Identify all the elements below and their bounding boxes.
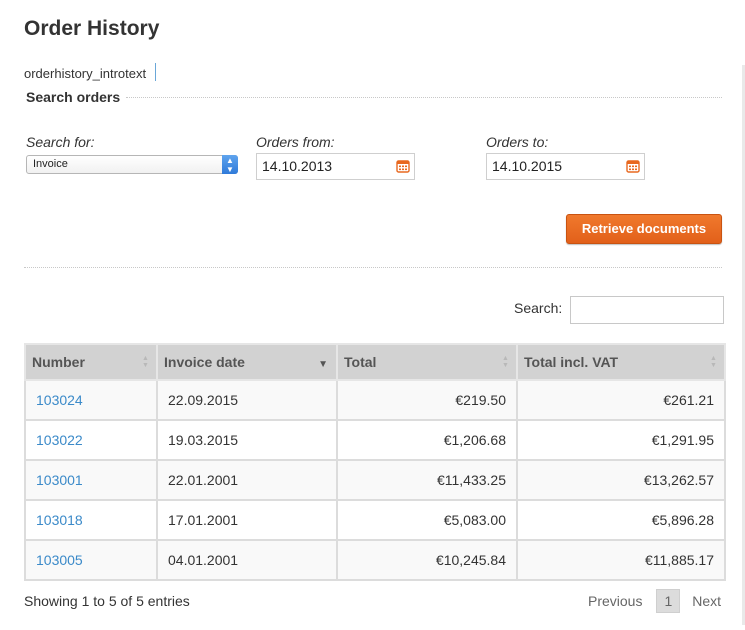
document-type-value: Invoice xyxy=(33,158,68,170)
total-cell: €11,433.25 xyxy=(336,459,518,501)
column-header-label: Invoice date xyxy=(164,354,245,370)
order-number-cell: 103001 xyxy=(24,459,158,501)
fieldset-divider xyxy=(126,97,722,98)
orders-from-date-field[interactable]: 14.10.2013 xyxy=(256,153,415,180)
order-number-link[interactable]: 103005 xyxy=(36,552,83,568)
calendar-icon[interactable] xyxy=(396,159,410,173)
total-vat-cell: €1,291.95 xyxy=(516,419,726,461)
total-vat-cell: €5,896.28 xyxy=(516,499,726,541)
sort-both-icon: ▲ ▼ xyxy=(142,355,149,369)
total-cell: €219.50 xyxy=(336,379,518,421)
retrieve-documents-button[interactable]: Retrieve documents xyxy=(566,214,722,244)
invoice-date-cell: 19.03.2015 xyxy=(156,419,338,461)
column-header-label: Total incl. VAT xyxy=(524,354,619,370)
page-1-button[interactable]: 1 xyxy=(656,589,681,613)
sort-descending-icon: ▼ xyxy=(318,359,328,370)
order-number-link[interactable]: 103001 xyxy=(36,472,83,488)
order-number-cell: 103022 xyxy=(24,419,158,461)
order-number-cell: 103024 xyxy=(24,379,158,421)
column-header-total[interactable]: Total ▲ ▼ xyxy=(336,343,518,381)
search-orders-legend: Search orders xyxy=(26,89,121,105)
total-vat-cell: €11,885.17 xyxy=(516,539,726,581)
total-cell: €1,206.68 xyxy=(336,419,518,461)
sort-both-icon: ▲ ▼ xyxy=(710,355,717,369)
orders-to-label: Orders to: xyxy=(486,134,549,150)
search-for-label: Search for: xyxy=(26,134,95,150)
page-title: Order History xyxy=(24,17,160,40)
column-header-label: Number xyxy=(32,354,85,370)
document-type-select[interactable]: Invoice ▲ ▼ xyxy=(26,155,238,174)
order-number-link[interactable]: 103024 xyxy=(36,392,83,408)
pagination: Previous 1 Next xyxy=(582,589,721,615)
column-header-number[interactable]: Number ▲ ▼ xyxy=(24,343,158,381)
table-header-row: Number ▲ ▼ Invoice date ▼ Total ▲ ▼ Total … xyxy=(24,343,726,381)
table-row: 103005 04.01.2001 €10,245.84 €11,885.17 xyxy=(24,539,726,581)
order-number-cell: 103018 xyxy=(24,499,158,541)
select-arrows-icon: ▲ ▼ xyxy=(222,155,238,174)
intro-text: orderhistory_introtext xyxy=(24,66,147,81)
calendar-icon[interactable] xyxy=(626,159,640,173)
table-row: 103024 22.09.2015 €219.50 €261.21 xyxy=(24,379,726,421)
sort-both-icon: ▲ ▼ xyxy=(502,355,509,369)
text-caret xyxy=(155,63,156,81)
order-number-cell: 103005 xyxy=(24,539,158,581)
order-number-link[interactable]: 103018 xyxy=(36,512,83,528)
total-cell: €10,245.84 xyxy=(336,539,518,581)
orders-to-value: 14.10.2015 xyxy=(492,158,563,174)
table-search-label: Search: xyxy=(514,300,563,316)
order-number-link[interactable]: 103022 xyxy=(36,432,83,448)
table-row: 103022 19.03.2015 €1,206.68 €1,291.95 xyxy=(24,419,726,461)
column-header-invoice-date[interactable]: Invoice date ▼ xyxy=(156,343,338,381)
invoice-date-cell: 22.09.2015 xyxy=(156,379,338,421)
total-vat-cell: €13,262.57 xyxy=(516,459,726,501)
table-row: 103001 22.01.2001 €11,433.25 €13,262.57 xyxy=(24,459,726,501)
invoice-date-cell: 17.01.2001 xyxy=(156,499,338,541)
invoice-date-cell: 04.01.2001 xyxy=(156,539,338,581)
column-header-total-incl-vat[interactable]: Total incl. VAT ▲ ▼ xyxy=(516,343,726,381)
table-info: Showing 1 to 5 of 5 entries xyxy=(24,593,190,609)
table-search-input[interactable] xyxy=(570,296,724,324)
orders-to-date-field[interactable]: 14.10.2015 xyxy=(486,153,645,180)
orders-from-value: 14.10.2013 xyxy=(262,158,333,174)
next-page-button[interactable]: Next xyxy=(692,589,721,613)
invoice-date-cell: 22.01.2001 xyxy=(156,459,338,501)
previous-page-button[interactable]: Previous xyxy=(588,589,642,613)
table-row: 103018 17.01.2001 €5,083.00 €5,896.28 xyxy=(24,499,726,541)
total-cell: €5,083.00 xyxy=(336,499,518,541)
orders-table: Number ▲ ▼ Invoice date ▼ Total ▲ ▼ Total … xyxy=(24,343,726,581)
column-header-label: Total xyxy=(344,354,377,370)
orders-from-label: Orders from: xyxy=(256,134,335,150)
section-divider xyxy=(24,267,722,268)
total-vat-cell: €261.21 xyxy=(516,379,726,421)
